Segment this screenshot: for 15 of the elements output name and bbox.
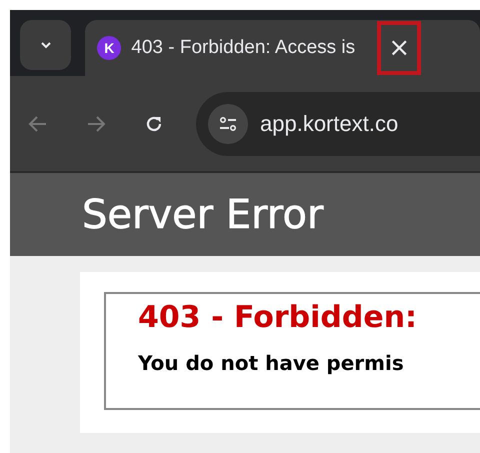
tab-title: 403 - Forbidden: Access is bbox=[131, 37, 356, 59]
url-text: app.kortext.co bbox=[260, 110, 398, 136]
sliders-icon bbox=[219, 116, 237, 130]
error-message: You do not have permis bbox=[138, 351, 405, 375]
address-bar[interactable]: app.kortext.co bbox=[196, 92, 480, 156]
page-heading: Server Error bbox=[82, 192, 324, 238]
back-arrow-icon[interactable] bbox=[28, 114, 48, 132]
error-title: 403 - Forbidden: bbox=[138, 300, 418, 335]
browser-tab[interactable]: K 403 - Forbidden: Access is × bbox=[85, 20, 480, 76]
close-tab-button[interactable]: × bbox=[377, 21, 422, 75]
forward-arrow-icon[interactable] bbox=[86, 114, 106, 132]
tab-list-button[interactable] bbox=[20, 20, 72, 70]
site-settings-button[interactable] bbox=[208, 104, 248, 144]
favicon: K bbox=[97, 36, 122, 60]
chevron-down-icon bbox=[40, 41, 52, 49]
